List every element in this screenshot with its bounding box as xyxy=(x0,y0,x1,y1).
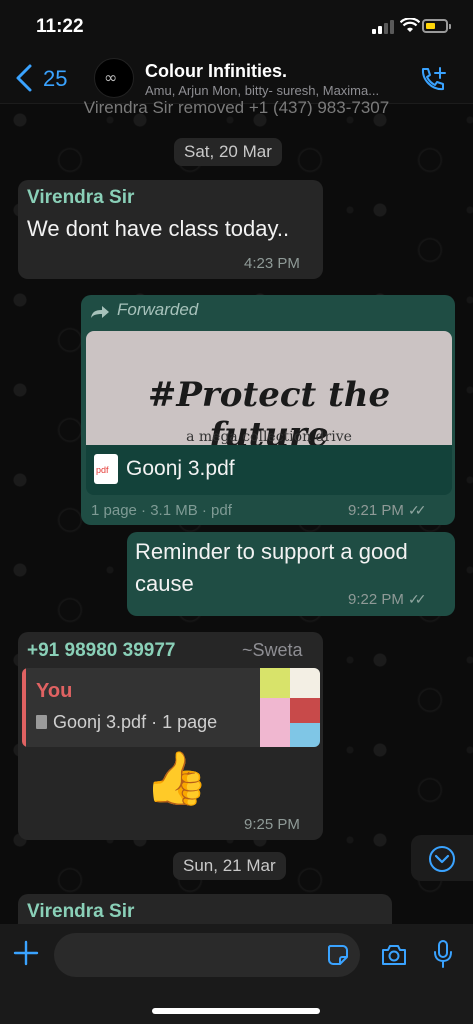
add-call-icon[interactable] xyxy=(418,66,448,92)
message-text: We dont have class today.. xyxy=(27,216,290,241)
document-name: Goonj 3.pdf xyxy=(126,457,235,480)
sender-name: Virendra Sir xyxy=(27,187,135,208)
battery-icon xyxy=(422,19,451,33)
group-name[interactable]: Colour Infinities. xyxy=(145,61,287,82)
sender-alias: ~Sweta xyxy=(242,640,303,660)
pdf-icon: pdf xyxy=(94,454,118,484)
quote-author: You xyxy=(36,680,73,702)
plus-icon[interactable] xyxy=(13,940,39,966)
group-avatar[interactable]: ∞ xyxy=(94,58,134,98)
preview-subtitle: a mega collection drive xyxy=(186,429,352,445)
home-indicator xyxy=(152,1008,320,1014)
message-time: 9:25 PM xyxy=(244,816,300,833)
microphone-icon[interactable] xyxy=(432,939,454,969)
forwarded-label: Forwarded xyxy=(117,300,199,319)
read-ticks-icon: ✓✓ xyxy=(408,591,427,607)
signal-icon xyxy=(372,20,394,34)
quoted-message[interactable]: You Goonj 3.pdf · 1 page xyxy=(22,668,320,747)
camera-icon[interactable] xyxy=(380,942,408,968)
clock: 11:22 xyxy=(36,16,84,37)
message-time: 4:23 PM xyxy=(244,255,300,272)
quote-file: Goonj 3.pdf · 1 page xyxy=(36,712,217,733)
incoming-message[interactable]: Virendra Sir We dont have class today.. … xyxy=(18,180,323,279)
message-time: 9:21 PM ✓✓ xyxy=(348,502,427,519)
back-chevron-icon[interactable] xyxy=(12,62,36,94)
quote-thumbnail xyxy=(260,668,320,747)
date-chip: Sun, 21 Mar xyxy=(173,852,286,880)
sticker-icon[interactable] xyxy=(326,943,350,967)
infinity-logo-icon: ∞ xyxy=(104,68,118,87)
document-row[interactable]: pdf Goonj 3.pdf xyxy=(86,445,452,495)
scroll-to-bottom-button[interactable] xyxy=(411,835,473,881)
document-meta: 1 page · 3.1 MB · pdf xyxy=(91,502,232,519)
message-composer xyxy=(0,924,473,1024)
document-preview[interactable]: #Protect the future a mega collection dr… xyxy=(86,331,452,445)
message-input[interactable] xyxy=(54,933,360,977)
chat-header: 25 ∞ Colour Infinities. Amu, Arjun Mon, … xyxy=(0,52,473,104)
date-chip: Sat, 20 Mar xyxy=(174,138,282,166)
status-bar: 11:22 xyxy=(0,0,473,52)
system-message: Virendra Sir removed +1 (437) 983-7307 xyxy=(83,98,390,116)
document-icon xyxy=(36,715,47,729)
sender-name: Virendra Sir xyxy=(27,901,135,922)
group-members[interactable]: Amu, Arjun Mon, bitty- suresh, Maxima... xyxy=(145,83,413,98)
unread-count[interactable]: 25 xyxy=(43,66,67,92)
forward-arrow-icon xyxy=(91,306,109,318)
chevron-down-icon xyxy=(429,846,455,872)
wifi-icon xyxy=(400,18,420,32)
sender-phone: +91 98980 39977 xyxy=(27,640,176,661)
outgoing-message[interactable]: Reminder to support a good cause 9:22 PM… xyxy=(127,532,455,616)
message-time: 9:22 PM ✓✓ xyxy=(348,591,427,608)
thumbs-up-emoji: 👍 xyxy=(144,749,209,809)
read-ticks-icon: ✓✓ xyxy=(408,502,427,518)
